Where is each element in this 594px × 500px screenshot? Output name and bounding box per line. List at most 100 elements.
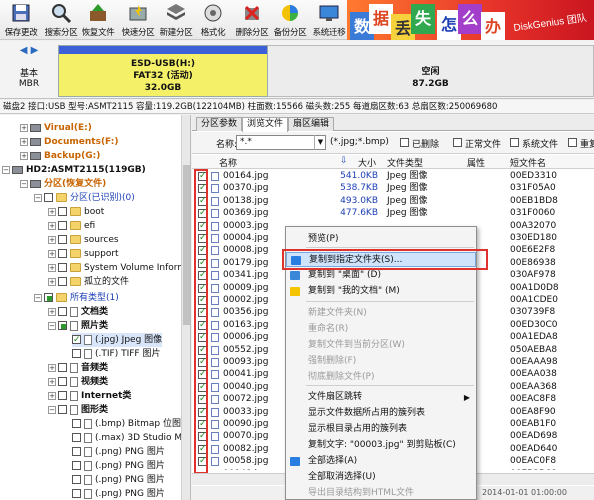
menu-item[interactable]: 复制到 "桌面" (D) — [286, 268, 476, 283]
tree-checkbox[interactable] — [72, 489, 81, 498]
tree-item-efi[interactable]: + efi — [48, 219, 95, 233]
search-partition-button[interactable]: 搜索分区 — [41, 2, 81, 38]
new-partition-icon — [167, 4, 185, 20]
menu-item[interactable]: 导出目录结构到HTML文件 — [286, 486, 476, 500]
tree-item-internet[interactable]: + Internet类 — [48, 389, 131, 403]
backup-partition-button[interactable]: 备份分区 — [270, 2, 310, 38]
promo-banner[interactable]: 数 据 丢 失 怎 么 办 DiskGenius 团队 — [347, 0, 594, 40]
tree-item-graphics[interactable]: − 图形类 — [48, 403, 108, 417]
drive-icon — [30, 137, 41, 146]
tree-item-virual[interactable]: + Virual(E:) — [20, 121, 92, 135]
tree-checkbox[interactable] — [58, 277, 67, 286]
quick-partition-button[interactable]: 快速分区 — [118, 2, 158, 38]
menu-item[interactable]: 全部取消选择(U) — [286, 470, 476, 485]
column-type[interactable]: 文件类型 — [387, 156, 423, 169]
tree-checkbox[interactable] — [72, 333, 81, 347]
tree-checkbox[interactable] — [58, 391, 67, 400]
column-attr[interactable]: 属性 — [467, 156, 485, 169]
tree-item-support[interactable]: + support — [48, 247, 119, 261]
tree-checkbox[interactable] — [58, 207, 67, 216]
tree-checkbox[interactable] — [58, 321, 67, 330]
tree-item-boot[interactable]: + boot — [48, 205, 104, 219]
format-button[interactable]: 格式化 — [193, 2, 233, 38]
tab-sector-edit[interactable]: 扇区编辑 — [288, 117, 335, 131]
free-space[interactable]: 空闲 87.2GB — [268, 45, 594, 97]
menu-item[interactable]: 显示根目录占用的簇列表 — [286, 422, 476, 437]
tree-checkbox[interactable] — [72, 419, 81, 428]
tab-browse-files[interactable]: 浏览文件 — [242, 117, 289, 132]
tab-partition-params[interactable]: 分区参数 — [196, 117, 243, 131]
menu-item[interactable]: 复制到 "我的文档" (M) — [286, 284, 476, 299]
tree-scroll-thumb[interactable] — [183, 165, 190, 325]
menu-item[interactable]: 全部选择(A) — [286, 454, 476, 469]
tree-item-audio[interactable]: + 音频类 — [48, 361, 108, 375]
tree-item-documents[interactable]: + Documents(F:) — [20, 135, 118, 149]
dup-checkbox[interactable] — [568, 138, 577, 147]
column-short-name[interactable]: 短文件名 — [510, 156, 546, 169]
menu-item[interactable]: 彻底删除文件(P) — [286, 370, 476, 385]
tree-checkbox[interactable] — [72, 461, 81, 470]
chevron-down-icon[interactable]: ▼ — [314, 135, 326, 150]
disk-nav-arrows-icon[interactable]: ◀ ▶ — [0, 45, 58, 56]
tree-item-png-4[interactable]: (.png) PNG 图片 — [72, 487, 165, 500]
menu-item[interactable]: 文件扇区跳转 ▶ — [286, 390, 476, 405]
system-files-checkbox[interactable] — [510, 138, 519, 147]
menu-item[interactable]: 显示文件数据所占用的簇列表 — [286, 406, 476, 421]
menu-item[interactable]: 复制文件到当前分区(W) — [286, 338, 476, 353]
delete-partition-button[interactable]: 删除分区 — [232, 2, 272, 38]
menu-item[interactable]: 新建文件夹(N) — [286, 306, 476, 321]
tree-item-sources[interactable]: + sources — [48, 233, 119, 247]
new-partition-button[interactable]: 新建分区 — [156, 2, 196, 38]
tree-checkbox[interactable] — [58, 377, 67, 386]
column-size[interactable]: 大小 — [358, 156, 376, 169]
tree-checkbox[interactable] — [58, 307, 67, 316]
menu-item[interactable]: 强制删除(F) — [286, 354, 476, 369]
tree-item-png-2[interactable]: (.png) PNG 图片 — [72, 459, 165, 473]
file-row[interactable]: 00164.jpg 541.0KB Jpeg 图像 00ED3310 — [192, 170, 594, 183]
system-migrate-button[interactable]: 系统迁移 — [309, 2, 349, 38]
save-button[interactable]: 保存更改 — [1, 2, 41, 38]
file-short-name: 00ED30C0 — [510, 319, 558, 330]
tree-checkbox[interactable] — [58, 221, 67, 230]
tree-checkbox[interactable] — [44, 293, 53, 302]
tree-checkbox[interactable] — [58, 235, 67, 244]
tree-item-bmp[interactable]: (.bmp) Bitmap 位图 — [72, 417, 181, 431]
tree-checkbox[interactable] — [44, 193, 53, 202]
tree-checkbox[interactable] — [72, 447, 81, 456]
menu-item[interactable]: 重命名(R) — [286, 322, 476, 337]
file-row[interactable]: 00138.jpg 493.0KB Jpeg 图像 00EB1BD8 — [192, 195, 594, 208]
tree-checkbox[interactable] — [58, 405, 67, 414]
name-filter-input[interactable]: *.* — [236, 135, 326, 150]
tree-item-jpg[interactable]: (.jpg) Jpeg 图像 — [72, 333, 163, 347]
tree-item-tif[interactable]: (.TIF) TIFF 图片 — [72, 347, 160, 361]
deleted-checkbox[interactable] — [400, 138, 409, 147]
tree-checkbox[interactable] — [58, 249, 67, 258]
tree-item-identified[interactable]: − 分区(已识别)(0) — [34, 191, 135, 205]
tree-checkbox[interactable] — [72, 475, 81, 484]
menu-item[interactable]: 预览(P) — [286, 232, 476, 247]
tree-checkbox[interactable] — [58, 263, 67, 272]
tree-item-max[interactable]: (.max) 3D Studio M — [72, 431, 182, 445]
tree-item-png-3[interactable]: (.png) PNG 图片 — [72, 473, 165, 487]
tree-item-video[interactable]: + 视频类 — [48, 375, 108, 389]
tree-item-system-volume[interactable]: + System Volume Inform — [48, 261, 186, 275]
tree-scrollbar[interactable] — [181, 115, 190, 500]
column-name[interactable]: 名称 — [219, 156, 237, 169]
recover-files-button[interactable]: 恢复文件 — [78, 2, 118, 38]
tree-item-photos[interactable]: − 照片类 — [48, 319, 108, 333]
tree-item-orphan-files[interactable]: + 孤立的文件 — [48, 275, 129, 289]
menu-item[interactable]: 复制文字: "00003.jpg" 到剪贴板(C) — [286, 438, 476, 453]
normal-files-checkbox[interactable] — [453, 138, 462, 147]
tree-item-recover-partition[interactable]: − 分区(恢复文件) — [20, 177, 106, 191]
file-row[interactable]: 00369.jpg 477.6KB Jpeg 图像 031F0060 — [192, 207, 594, 220]
tree-item-png-1[interactable]: (.png) PNG 图片 — [72, 445, 165, 459]
file-row[interactable]: 00370.jpg 538.7KB Jpeg 图像 031F05A0 — [192, 182, 594, 195]
tree-item-all-types[interactable]: − 所有类型(1) — [34, 291, 119, 305]
partition-esd-usb[interactable]: ESD-USB(H:) FAT32 (活动) 32.0GB — [58, 45, 268, 97]
tree-item-backup[interactable]: + Backup(G:) — [20, 149, 100, 163]
tree-checkbox[interactable] — [72, 349, 81, 358]
tree-item-hd2[interactable]: − HD2:ASMT2115(119GB) — [2, 163, 146, 177]
tree-checkbox[interactable] — [72, 433, 81, 442]
tree-item-documents-type[interactable]: + 文档类 — [48, 305, 108, 319]
tree-checkbox[interactable] — [58, 363, 67, 372]
